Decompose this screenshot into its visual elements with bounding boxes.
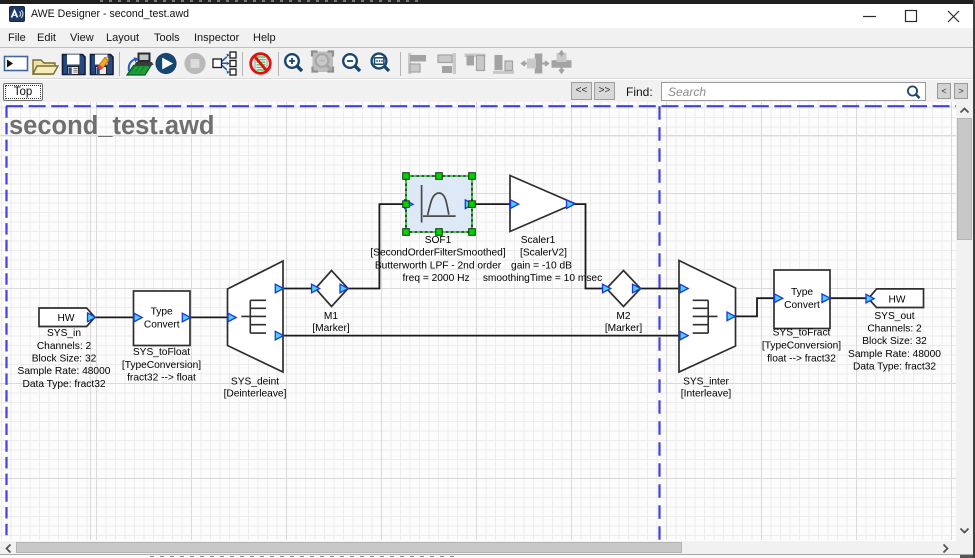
svg-text:HW: HW — [889, 294, 906, 305]
svg-text:[Deinterleave]: [Deinterleave] — [224, 388, 287, 399]
svg-text:float --> fract32: float --> fract32 — [767, 354, 836, 365]
svg-text:Scaler1: Scaler1 — [521, 235, 556, 246]
svg-text:fract32 --> float: fract32 --> float — [127, 373, 196, 384]
svg-text:SYS_inter: SYS_inter — [683, 377, 729, 388]
svg-text:smoothingTime = 10 msec: smoothingTime = 10 msec — [483, 273, 602, 284]
svg-text:[SecondOrderFilterSmoothed]: [SecondOrderFilterSmoothed] — [370, 248, 506, 259]
svg-text:Data Type: fract32: Data Type: fract32 — [853, 362, 936, 373]
svg-text:SYS_in: SYS_in — [47, 328, 81, 339]
svg-text:SOF1: SOF1 — [425, 235, 452, 246]
svg-text:freq = 2000 Hz: freq = 2000 Hz — [402, 273, 469, 284]
svg-text:Block Size: 32: Block Size: 32 — [32, 354, 97, 365]
svg-text:Sample Rate: 48000: Sample Rate: 48000 — [18, 366, 111, 377]
svg-text:second_test.awd: second_test.awd — [9, 112, 214, 140]
svg-text:Type: Type — [151, 307, 173, 318]
svg-text:[TypeConversion]: [TypeConversion] — [762, 341, 841, 352]
svg-text:Channels: 2: Channels: 2 — [37, 341, 92, 352]
svg-text:Type: Type — [791, 287, 813, 298]
svg-text:M1: M1 — [324, 311, 338, 322]
svg-text:[Marker]: [Marker] — [312, 323, 350, 334]
svg-text:HW: HW — [58, 313, 75, 324]
svg-text:[Marker]: [Marker] — [605, 323, 643, 334]
svg-text:Data Type: fract32: Data Type: fract32 — [22, 379, 105, 390]
svg-text:SYS_deint: SYS_deint — [231, 377, 279, 388]
svg-text:gain = -10 dB: gain = -10 dB — [511, 260, 572, 271]
svg-text:M2: M2 — [616, 311, 630, 322]
svg-text:SYS_toFloat: SYS_toFloat — [133, 347, 190, 358]
svg-text:SYS_out: SYS_out — [874, 311, 914, 322]
svg-text:Sample Rate: 48000: Sample Rate: 48000 — [848, 349, 941, 360]
svg-text:[ScalerV2]: [ScalerV2] — [520, 248, 567, 259]
svg-text:[TypeConversion]: [TypeConversion] — [122, 360, 201, 371]
svg-text:Butterworth LPF - 2nd order: Butterworth LPF - 2nd order — [375, 260, 502, 271]
svg-text:Convert: Convert — [144, 319, 180, 330]
svg-text:Block Size: 32: Block Size: 32 — [862, 336, 927, 347]
svg-text:Channels: 2: Channels: 2 — [867, 324, 922, 335]
svg-text:[Interleave]: [Interleave] — [681, 388, 732, 399]
svg-text:Convert: Convert — [784, 300, 820, 311]
svg-text:SYS_toFract: SYS_toFract — [773, 328, 831, 339]
